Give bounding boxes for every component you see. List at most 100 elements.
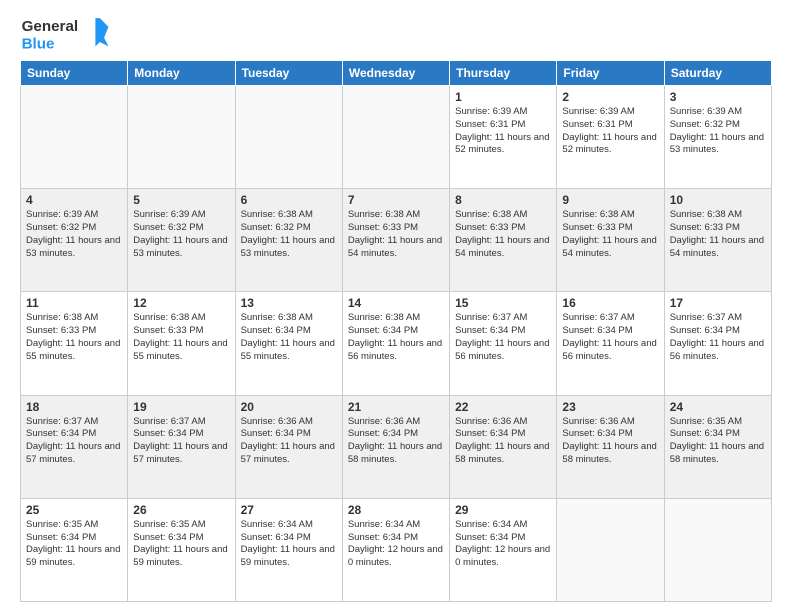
calendar-cell: 14 Sunrise: 6:38 AMSunset: 6:34 PMDayligh… [342,292,449,395]
day-info: Sunrise: 6:38 AMSunset: 6:33 PMDaylight:… [455,209,551,260]
weekday-header-tuesday: Tuesday [235,61,342,86]
calendar-cell: 7 Sunrise: 6:38 AMSunset: 6:33 PMDaylight… [342,189,449,292]
day-number: 25 [26,503,122,517]
day-number: 5 [133,193,229,207]
day-info: Sunrise: 6:38 AMSunset: 6:32 PMDaylight:… [241,209,337,260]
day-number: 17 [670,296,766,310]
day-number: 2 [562,90,658,104]
day-info: Sunrise: 6:34 AMSunset: 6:34 PMDaylight:… [241,519,337,570]
day-info: Sunrise: 6:38 AMSunset: 6:34 PMDaylight:… [348,312,444,363]
weekday-header-wednesday: Wednesday [342,61,449,86]
day-number: 20 [241,400,337,414]
day-number: 18 [26,400,122,414]
top-header: General Blue [20,16,772,54]
calendar-cell: 29 Sunrise: 6:34 AMSunset: 6:34 PMDayligh… [450,498,557,601]
day-number: 8 [455,193,551,207]
day-number: 10 [670,193,766,207]
calendar-cell: 22 Sunrise: 6:36 AMSunset: 6:34 PMDayligh… [450,395,557,498]
day-number: 4 [26,193,122,207]
weekday-header-friday: Friday [557,61,664,86]
weekday-header-monday: Monday [128,61,235,86]
calendar-cell [235,86,342,189]
day-info: Sunrise: 6:37 AMSunset: 6:34 PMDaylight:… [26,416,122,467]
day-info: Sunrise: 6:38 AMSunset: 6:33 PMDaylight:… [348,209,444,260]
calendar-cell: 8 Sunrise: 6:38 AMSunset: 6:33 PMDaylight… [450,189,557,292]
day-number: 15 [455,296,551,310]
calendar-cell: 19Sunrise: 6:37 AMSunset: 6:34 PMDayligh… [128,395,235,498]
day-info: Sunrise: 6:37 AMSunset: 6:34 PMDaylight:… [562,312,658,363]
day-info: Sunrise: 6:38 AMSunset: 6:33 PMDaylight:… [562,209,658,260]
calendar-cell [557,498,664,601]
day-info: Sunrise: 6:39 AMSunset: 6:32 PMDaylight:… [133,209,229,260]
calendar-cell: 12Sunrise: 6:38 AMSunset: 6:33 PMDayligh… [128,292,235,395]
calendar-cell: 23Sunrise: 6:36 AMSunset: 6:34 PMDayligh… [557,395,664,498]
weekday-header-saturday: Saturday [664,61,771,86]
weekday-header-thursday: Thursday [450,61,557,86]
calendar-row-4: 25 Sunrise: 6:35 AMSunset: 6:34 PMDayligh… [21,498,772,601]
day-number: 23 [562,400,658,414]
calendar-row-2: 11Sunrise: 6:38 AMSunset: 6:33 PMDayligh… [21,292,772,395]
day-number: 28 [348,503,444,517]
calendar-cell [21,86,128,189]
logo: General Blue [20,16,110,54]
calendar-row-3: 18 Sunrise: 6:37 AMSunset: 6:34 PMDayligh… [21,395,772,498]
day-info: Sunrise: 6:38 AMSunset: 6:33 PMDaylight:… [670,209,766,260]
day-number: 9 [562,193,658,207]
day-info: Sunrise: 6:36 AMSunset: 6:34 PMDaylight:… [241,416,337,467]
calendar-cell: 28 Sunrise: 6:34 AMSunset: 6:34 PMDayligh… [342,498,449,601]
day-info: Sunrise: 6:35 AMSunset: 6:34 PMDaylight:… [670,416,766,467]
calendar-cell [128,86,235,189]
day-info: Sunrise: 6:35 AMSunset: 6:34 PMDaylight:… [133,519,229,570]
day-number: 6 [241,193,337,207]
page: General Blue SundayMondayTuesdayWednesda… [0,0,792,612]
calendar-cell: 3Sunrise: 6:39 AMSunset: 6:32 PMDaylight… [664,86,771,189]
calendar-cell: 24 Sunrise: 6:35 AMSunset: 6:34 PMDayligh… [664,395,771,498]
day-info: Sunrise: 6:37 AMSunset: 6:34 PMDaylight:… [670,312,766,363]
calendar-cell: 2Sunrise: 6:39 AMSunset: 6:31 PMDaylight… [557,86,664,189]
day-number: 22 [455,400,551,414]
calendar-cell: 1 Sunrise: 6:39 AMSunset: 6:31 PMDaylight… [450,86,557,189]
calendar-cell: 10 Sunrise: 6:38 AMSunset: 6:33 PMDayligh… [664,189,771,292]
weekday-header-sunday: Sunday [21,61,128,86]
day-number: 29 [455,503,551,517]
calendar-cell: 26 Sunrise: 6:35 AMSunset: 6:34 PMDayligh… [128,498,235,601]
svg-text:Blue: Blue [22,36,55,53]
calendar-cell: 6 Sunrise: 6:38 AMSunset: 6:32 PMDaylight… [235,189,342,292]
day-number: 16 [562,296,658,310]
day-info: Sunrise: 6:38 AMSunset: 6:34 PMDaylight:… [241,312,337,363]
day-info: Sunrise: 6:37 AMSunset: 6:34 PMDaylight:… [455,312,551,363]
svg-text:General: General [22,18,79,35]
calendar-cell: 16 Sunrise: 6:37 AMSunset: 6:34 PMDayligh… [557,292,664,395]
calendar-cell [342,86,449,189]
calendar-cell: 4 Sunrise: 6:39 AMSunset: 6:32 PMDaylight… [21,189,128,292]
calendar: SundayMondayTuesdayWednesdayThursdayFrid… [20,60,772,602]
calendar-cell: 13 Sunrise: 6:38 AMSunset: 6:34 PMDayligh… [235,292,342,395]
day-number: 1 [455,90,551,104]
day-number: 19 [133,400,229,414]
day-number: 14 [348,296,444,310]
day-number: 24 [670,400,766,414]
day-number: 13 [241,296,337,310]
day-info: Sunrise: 6:39 AMSunset: 6:32 PMDaylight:… [26,209,122,260]
day-info: Sunrise: 6:36 AMSunset: 6:34 PMDaylight:… [455,416,551,467]
day-info: Sunrise: 6:34 AMSunset: 6:34 PMDaylight:… [348,519,444,570]
weekday-header-row: SundayMondayTuesdayWednesdayThursdayFrid… [21,61,772,86]
day-number: 12 [133,296,229,310]
day-info: Sunrise: 6:38 AMSunset: 6:33 PMDaylight:… [26,312,122,363]
calendar-cell: 11Sunrise: 6:38 AMSunset: 6:33 PMDayligh… [21,292,128,395]
calendar-cell: 27Sunrise: 6:34 AMSunset: 6:34 PMDayligh… [235,498,342,601]
calendar-cell: 17 Sunrise: 6:37 AMSunset: 6:34 PMDayligh… [664,292,771,395]
day-info: Sunrise: 6:36 AMSunset: 6:34 PMDaylight:… [348,416,444,467]
calendar-cell: 20 Sunrise: 6:36 AMSunset: 6:34 PMDayligh… [235,395,342,498]
calendar-cell: 25 Sunrise: 6:35 AMSunset: 6:34 PMDayligh… [21,498,128,601]
calendar-cell [664,498,771,601]
day-info: Sunrise: 6:34 AMSunset: 6:34 PMDaylight:… [455,519,551,570]
calendar-cell: 5 Sunrise: 6:39 AMSunset: 6:32 PMDaylight… [128,189,235,292]
calendar-row-1: 4 Sunrise: 6:39 AMSunset: 6:32 PMDaylight… [21,189,772,292]
calendar-cell: 21Sunrise: 6:36 AMSunset: 6:34 PMDayligh… [342,395,449,498]
day-info: Sunrise: 6:39 AMSunset: 6:32 PMDaylight:… [670,106,766,157]
day-number: 26 [133,503,229,517]
day-info: Sunrise: 6:39 AMSunset: 6:31 PMDaylight:… [455,106,551,157]
day-info: Sunrise: 6:35 AMSunset: 6:34 PMDaylight:… [26,519,122,570]
day-number: 7 [348,193,444,207]
